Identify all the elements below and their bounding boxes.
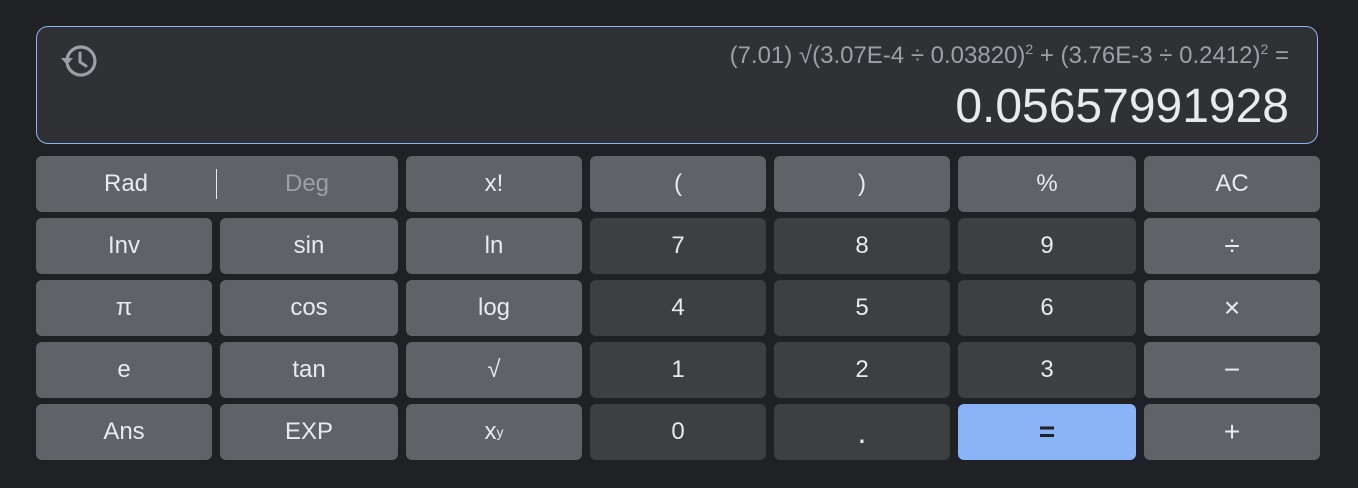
rad-button[interactable]: Rad (36, 156, 216, 212)
expression-part: (7.01) √(3.07E-4 ÷ 0.03820) (729, 42, 1026, 69)
history-icon[interactable] (59, 41, 99, 81)
tan-button[interactable]: tan (220, 342, 398, 398)
decimal-point-button[interactable]: . (774, 404, 950, 460)
plus-button[interactable]: + (1144, 404, 1320, 460)
digit-0-button[interactable]: 0 (590, 404, 766, 460)
digit-2-button[interactable]: 2 (774, 342, 950, 398)
power-base: x (484, 418, 497, 445)
expression-part: = (1268, 42, 1289, 69)
digit-6-button[interactable]: 6 (958, 280, 1136, 336)
calculator-display: (7.01) √(3.07E-4 ÷ 0.03820)2 + (3.76E-3 … (36, 26, 1318, 144)
square-root-button[interactable]: √ (406, 342, 582, 398)
expression-text: (7.01) √(3.07E-4 ÷ 0.03820)2 + (3.76E-3 … (730, 41, 1289, 70)
deg-button[interactable]: Deg (217, 156, 397, 212)
all-clear-button[interactable]: AC (1144, 156, 1320, 212)
euler-button[interactable]: e (36, 342, 212, 398)
multiply-button[interactable]: × (1144, 280, 1320, 336)
factorial-button[interactable]: x! (406, 156, 582, 212)
pi-button[interactable]: π (36, 280, 212, 336)
power-exponent: y (496, 424, 504, 440)
ln-button[interactable]: ln (406, 218, 582, 274)
divide-button[interactable]: ÷ (1144, 218, 1320, 274)
minus-button[interactable]: − (1144, 342, 1320, 398)
answer-button[interactable]: Ans (36, 404, 212, 460)
equals-button[interactable]: = (958, 404, 1136, 460)
power-button[interactable]: xy (406, 404, 582, 460)
digit-7-button[interactable]: 7 (590, 218, 766, 274)
digit-5-button[interactable]: 5 (774, 280, 950, 336)
digit-1-button[interactable]: 1 (590, 342, 766, 398)
percent-button[interactable]: % (958, 156, 1136, 212)
left-paren-button[interactable]: ( (590, 156, 766, 212)
exp-button[interactable]: EXP (220, 404, 398, 460)
sin-button[interactable]: sin (220, 218, 398, 274)
result-value: 0.05657991928 (955, 80, 1289, 133)
digit-8-button[interactable]: 8 (774, 218, 950, 274)
inverse-button[interactable]: Inv (36, 218, 212, 274)
digit-4-button[interactable]: 4 (590, 280, 766, 336)
log-button[interactable]: log (406, 280, 582, 336)
angle-mode-toggle: Rad Deg (36, 156, 398, 212)
digit-3-button[interactable]: 3 (958, 342, 1136, 398)
right-paren-button[interactable]: ) (774, 156, 950, 212)
expression-part: + (3.76E-3 ÷ 0.2412) (1033, 42, 1261, 69)
digit-9-button[interactable]: 9 (958, 218, 1136, 274)
cos-button[interactable]: cos (220, 280, 398, 336)
